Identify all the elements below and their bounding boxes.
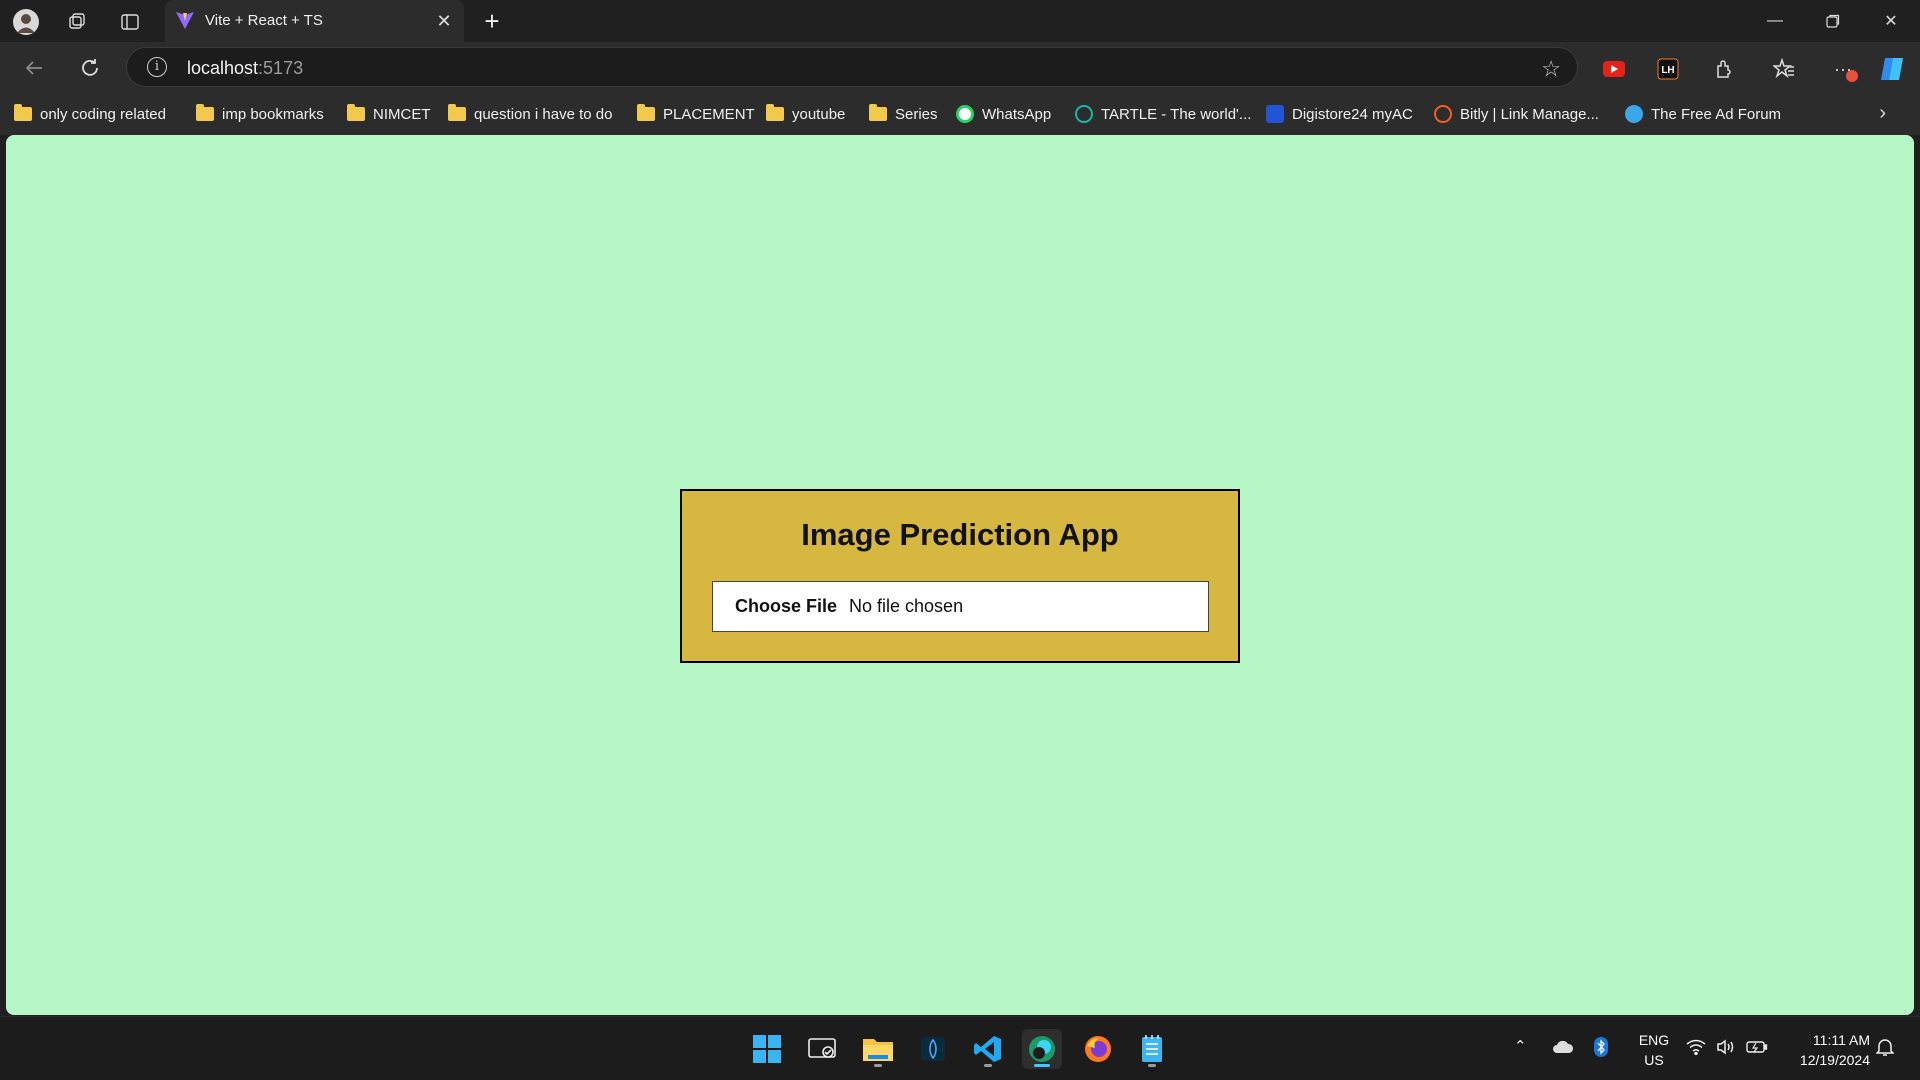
minimize-icon[interactable]: — [1746, 0, 1804, 42]
file-input[interactable]: Choose File No file chosen [712, 581, 1209, 632]
battery-icon[interactable] [1746, 1039, 1768, 1059]
bookmark-folder[interactable]: NIMCET [347, 102, 431, 126]
bookmark-whatsapp[interactable]: WhatsApp [956, 102, 1051, 126]
favorites-icon[interactable] [1769, 54, 1799, 84]
browser-toolbar: i localhost:5173 ☆ LH ··· [0, 42, 1920, 94]
file-status-text: No file chosen [849, 596, 964, 616]
restore-icon[interactable] [1804, 0, 1862, 42]
folder-icon [637, 104, 655, 121]
tab-title: Vite + React + TS [205, 12, 323, 29]
address-bar[interactable]: i localhost:5173 ☆ [126, 47, 1578, 87]
folder-icon [196, 104, 214, 121]
youtube-extension-icon[interactable] [1599, 54, 1629, 84]
folder-icon [347, 104, 365, 121]
mongodb-compass-icon[interactable] [913, 1029, 953, 1069]
clock[interactable]: 11:11 AM 12/19/2024 [1784, 1030, 1870, 1070]
close-window-icon[interactable]: ✕ [1862, 0, 1920, 42]
running-indicator [874, 1064, 882, 1067]
url-text[interactable]: localhost:5173 [187, 58, 303, 79]
wifi-icon[interactable] [1686, 1039, 1706, 1059]
page-title: Image Prediction App [801, 517, 1119, 552]
bookmark-folder[interactable]: imp bookmarks [196, 102, 324, 126]
edge-browser-icon[interactable] [1022, 1029, 1062, 1069]
tab-strip: Vite + React + TS ✕ + — ✕ [0, 0, 1920, 42]
close-tab-icon[interactable]: ✕ [434, 11, 454, 31]
bookmark-digistore[interactable]: Digistore24 myAC [1266, 102, 1413, 126]
favorite-star-icon[interactable]: ☆ [1541, 56, 1561, 82]
bluetooth-icon[interactable] [1594, 1037, 1608, 1061]
file-explorer-icon[interactable] [858, 1029, 898, 1069]
tab-active[interactable]: Vite + React + TS ✕ [165, 0, 464, 42]
extensions-icon[interactable] [1709, 54, 1739, 84]
upload-card: Image Prediction App Choose File No file… [680, 489, 1240, 663]
folder-icon [869, 104, 887, 121]
svg-text:LH: LH [1661, 65, 1674, 76]
running-indicator [984, 1064, 992, 1067]
page-viewport: Image Prediction App Choose File No file… [6, 135, 1914, 1015]
chevron-up-icon[interactable]: ⌃ [1514, 1037, 1527, 1055]
bookmark-folder[interactable]: PLACEMENT [637, 102, 755, 126]
volume-icon[interactable] [1716, 1039, 1736, 1059]
vite-icon [174, 9, 196, 36]
widgets-icon[interactable] [802, 1029, 842, 1069]
lh-extension-icon[interactable]: LH [1653, 54, 1683, 84]
tartle-icon [1075, 105, 1093, 123]
bookmarks-bar: only coding related imp bookmarks NIMCET… [0, 94, 1920, 135]
bookmark-folder[interactable]: Series [869, 102, 938, 126]
digistore-icon [1266, 105, 1284, 123]
folder-icon [766, 104, 784, 121]
bookmark-freead[interactable]: The Free Ad Forum [1625, 102, 1781, 126]
profile-avatar[interactable] [12, 8, 40, 36]
workspaces-icon[interactable] [63, 8, 91, 36]
notepad-icon[interactable] [1132, 1029, 1172, 1069]
site-info-icon[interactable]: i [147, 57, 167, 77]
new-tab-icon[interactable]: + [478, 7, 506, 35]
bookmark-folder[interactable]: question i have to do [448, 102, 612, 126]
bookmark-tartle[interactable]: TARTLE - The world'... [1075, 102, 1251, 126]
freead-icon [1625, 105, 1643, 123]
folder-icon [14, 104, 32, 121]
start-icon[interactable] [747, 1029, 787, 1069]
copilot-icon[interactable] [1878, 54, 1908, 84]
back-icon[interactable] [18, 52, 50, 84]
bookmark-bitly[interactable]: Bitly | Link Manage... [1434, 102, 1599, 126]
firefox-icon[interactable] [1078, 1029, 1118, 1069]
choose-file-button[interactable]: Choose File [735, 596, 837, 617]
refresh-icon[interactable] [74, 52, 106, 84]
taskbar: ⌃ ENG US 11:11 AM 12/19/2024 [0, 1016, 1920, 1080]
vertical-tabs-icon[interactable] [116, 8, 144, 36]
bookmark-folder[interactable]: youtube [766, 102, 845, 126]
onedrive-icon[interactable] [1552, 1039, 1574, 1059]
active-indicator [1034, 1064, 1050, 1067]
folder-icon [448, 104, 466, 121]
whatsapp-icon [956, 105, 974, 123]
bookmark-folder[interactable]: only coding related [14, 102, 166, 126]
notification-bell-icon[interactable] [1875, 1037, 1895, 1061]
vscode-icon[interactable] [968, 1029, 1008, 1069]
language-indicator[interactable]: ENG US [1636, 1030, 1672, 1070]
bitly-icon [1434, 105, 1452, 123]
chevron-right-icon[interactable]: › [1879, 102, 1886, 125]
running-indicator [1148, 1064, 1156, 1067]
more-options-icon[interactable]: ··· [1828, 54, 1858, 84]
